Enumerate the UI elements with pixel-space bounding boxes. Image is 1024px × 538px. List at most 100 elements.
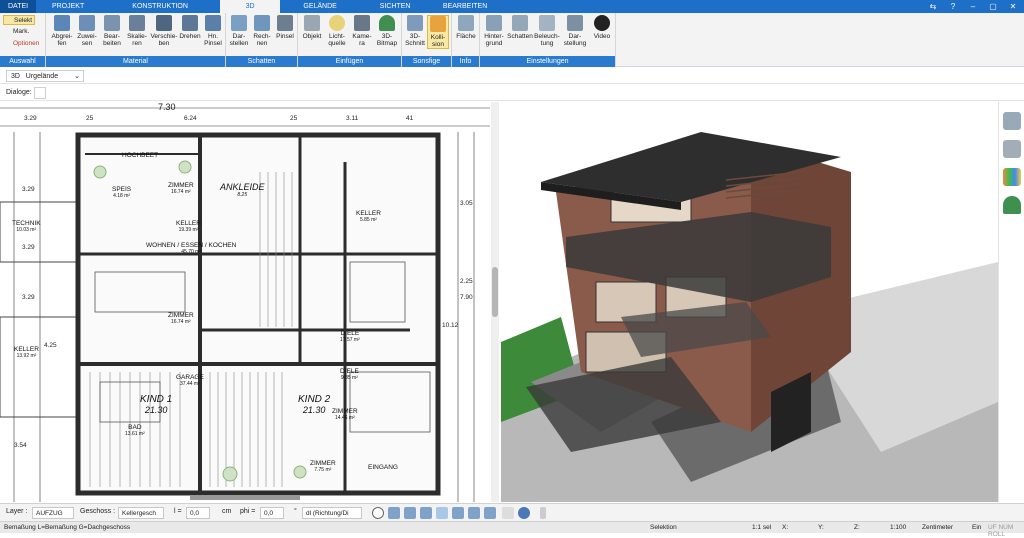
menu-3d[interactable]: 3D bbox=[220, 0, 281, 13]
zuweisen-button[interactable]: Zuwei- sen bbox=[75, 15, 99, 47]
room-zimmer-4: ZIMMER 7.75 m² bbox=[310, 460, 336, 473]
status-scale: 1:100 bbox=[890, 524, 907, 531]
kollision-button[interactable]: Kolli- sion bbox=[427, 15, 449, 49]
dim-right-4: 3.05 bbox=[460, 200, 473, 207]
darstellung-button[interactable]: Dar- stellung bbox=[562, 15, 588, 47]
room-ankleide: ANKLEIDE 8.25 bbox=[220, 182, 265, 198]
abgreifen-button[interactable]: Abgrei- fen bbox=[50, 15, 74, 47]
close-icon[interactable]: ✕ bbox=[1006, 2, 1020, 11]
maximize-icon[interactable]: ▢ bbox=[986, 2, 1000, 11]
material-palette-icon[interactable] bbox=[1002, 168, 1021, 186]
group-label-auswahl: Auswahl bbox=[0, 56, 45, 67]
hintergrund-button[interactable]: Hinter- grund bbox=[482, 15, 506, 47]
room-diele-2: DIELE 9.85 m² bbox=[340, 368, 359, 381]
dim-top-1: 3.29 bbox=[24, 115, 37, 122]
dim-right-3: 2.25 bbox=[460, 278, 473, 285]
l-input[interactable]: 0,0 bbox=[186, 507, 210, 519]
chair-icon[interactable] bbox=[1002, 140, 1021, 158]
pinsel-icon bbox=[277, 15, 293, 31]
tree-icon[interactable] bbox=[1002, 196, 1021, 214]
room-eingang: EINGANG bbox=[368, 464, 398, 471]
layer-select[interactable]: AUFZUG bbox=[32, 507, 74, 519]
room-zimmer-1: ZIMMER 16.74 m² bbox=[168, 182, 194, 195]
layer-icon[interactable] bbox=[468, 507, 480, 519]
dialoge-box[interactable] bbox=[34, 87, 46, 99]
phi-input[interactable]: 0,0 bbox=[260, 507, 284, 519]
help-icon[interactable]: ? bbox=[946, 2, 960, 11]
menu-projekt[interactable]: PROJEKT bbox=[36, 0, 100, 13]
room-kind-2: KIND 2 21.30 bbox=[298, 394, 331, 415]
dl-select[interactable]: dl (Richtung/Di bbox=[302, 507, 362, 519]
schatten-settings-button[interactable]: Schatten bbox=[507, 15, 533, 40]
grid-icon[interactable] bbox=[502, 507, 514, 519]
camera-icon bbox=[354, 15, 370, 31]
clock-icon[interactable] bbox=[372, 507, 384, 519]
menu-bearbeiten[interactable]: BEARBEITEN bbox=[430, 0, 500, 13]
pinsel-button[interactable]: Pinsel bbox=[274, 15, 296, 40]
room-garage: GARAGE 37.44 m² bbox=[176, 374, 204, 387]
3d-view[interactable] bbox=[501, 102, 998, 502]
mark-button[interactable]: Mark. bbox=[3, 28, 29, 35]
wall-icon[interactable] bbox=[484, 507, 496, 519]
rechnen-button[interactable]: Rech- nen bbox=[251, 15, 273, 47]
monitor-icon[interactable] bbox=[388, 507, 400, 519]
status-flags: UF NUM ROLL bbox=[988, 524, 1014, 538]
geschoss-select[interactable]: Kellergesch bbox=[118, 507, 164, 519]
video-button[interactable]: Video bbox=[590, 15, 614, 40]
play-icon bbox=[594, 15, 610, 31]
layers-icon[interactable] bbox=[1002, 112, 1021, 130]
view-selector[interactable]: 3D Urgelände ⌄ bbox=[6, 70, 84, 82]
rotate-icon bbox=[182, 15, 198, 31]
group-label-material: Material bbox=[46, 56, 225, 67]
selekt-button[interactable]: Selekt bbox=[3, 15, 35, 25]
drehen-button[interactable]: Drehen bbox=[179, 15, 201, 40]
geschoss-label: Geschoss : bbox=[80, 508, 116, 515]
room-bad: BAD 13.61 m² bbox=[125, 424, 145, 437]
view-toolbar: 3D Urgelände ⌄ bbox=[0, 68, 1024, 84]
side-panel bbox=[998, 102, 1024, 502]
status-x: X: bbox=[782, 524, 789, 531]
move-icon bbox=[156, 15, 172, 31]
bearbeiten-button[interactable]: Bear- beiten bbox=[100, 15, 124, 47]
chair-icon bbox=[304, 15, 320, 31]
snap-icon[interactable] bbox=[420, 507, 432, 519]
group-material: Abgrei- fen Zuwei- sen Bear- beiten Skal… bbox=[46, 13, 226, 67]
dimension-icon[interactable] bbox=[404, 507, 416, 519]
kamera-button[interactable]: Kame- ra bbox=[350, 15, 374, 47]
share-icon[interactable]: ⇆ bbox=[926, 2, 940, 11]
group-einstellungen: Hinter- grund Schatten Beleuch- tung Dar… bbox=[480, 13, 616, 67]
dim-top-2: 25 bbox=[86, 115, 94, 122]
flaeche-button[interactable]: Fläche bbox=[454, 15, 478, 40]
skalieren-button[interactable]: Skalie- ren bbox=[125, 15, 149, 47]
collision-icon bbox=[430, 16, 446, 32]
hn-pinsel-button[interactable]: Hn. Pinsel bbox=[202, 15, 224, 47]
splitter-thumb[interactable] bbox=[492, 267, 498, 317]
menu-gelaende[interactable]: GELÄNDE bbox=[280, 0, 360, 13]
menu-konstruktion[interactable]: KONSTRUKTION bbox=[100, 0, 220, 13]
hatch-icon[interactable] bbox=[452, 507, 464, 519]
chevron-down-icon: ⌄ bbox=[74, 73, 80, 80]
lichtquelle-button[interactable]: Licht- quelle bbox=[325, 15, 349, 47]
line-icon[interactable] bbox=[436, 507, 448, 519]
menu-datei[interactable]: DATEI bbox=[0, 0, 37, 13]
house-shadow-icon bbox=[512, 15, 528, 31]
darstellen-button[interactable]: Dar- stellen bbox=[228, 15, 250, 47]
dim-top-6: 41 bbox=[406, 115, 414, 122]
3d-bitmap-button[interactable]: 3D- Bitmap bbox=[375, 15, 399, 47]
verschieben-button[interactable]: Verschie- ben bbox=[150, 15, 178, 47]
splitter-scrollbar[interactable] bbox=[491, 102, 499, 502]
north-icon[interactable] bbox=[518, 507, 530, 519]
room-keller-1: KELLER 5.85 m² bbox=[356, 210, 381, 223]
status-unit: Zentimeter bbox=[922, 524, 954, 531]
objekt-button[interactable]: Objekt bbox=[300, 15, 324, 40]
group-info: Fläche Info bbox=[452, 13, 480, 67]
beleuchtung-button[interactable]: Beleuch- tung bbox=[534, 15, 560, 47]
floor-plan-view[interactable]: 3.29 25 6.24 25 3.11 41 7.30 3.29 3.29 3… bbox=[0, 102, 490, 502]
optionen-button[interactable]: Optionen bbox=[3, 40, 39, 47]
group-sonsfige: 3D- Schnitt Kolli- sion Sonsfige bbox=[402, 13, 452, 67]
group-label-schatten: Schatten bbox=[226, 56, 297, 67]
3d-schnitt-button[interactable]: 3D- Schnitt bbox=[404, 15, 426, 47]
menu-sichten[interactable]: SICHTEN bbox=[360, 0, 430, 13]
minimize-icon[interactable]: – bbox=[966, 2, 980, 11]
status-z: Z: bbox=[854, 524, 860, 531]
